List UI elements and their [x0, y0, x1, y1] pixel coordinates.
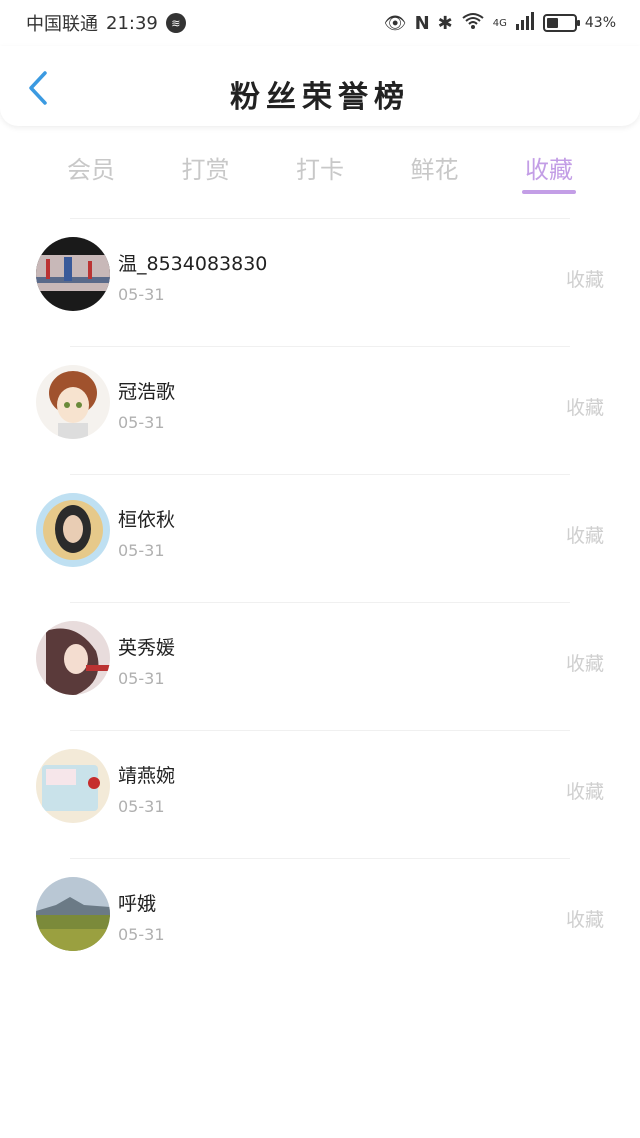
avatar	[36, 237, 110, 311]
header: 粉丝荣誉榜	[0, 46, 640, 126]
avatar	[36, 621, 110, 695]
page-title: 粉丝荣誉榜	[230, 80, 410, 115]
tab-label: 鲜花	[410, 156, 459, 184]
avatar	[36, 365, 110, 439]
list-item[interactable]: 温_8534083830 05-31 收藏	[0, 219, 640, 346]
tab-label: 打赏	[181, 156, 230, 184]
network-type-label: 4G	[492, 17, 507, 29]
fan-name: 呼娥	[118, 893, 157, 915]
tab-bar: 会员 打赏 打卡 鲜花 收藏	[34, 146, 606, 202]
fan-action: 收藏	[565, 525, 604, 547]
fan-action: 收藏	[565, 653, 604, 675]
fan-date: 05-31	[118, 797, 165, 816]
status-right: 👁 N ✱ 4G 43%	[383, 11, 616, 35]
tab-membership[interactable]: 会员	[34, 146, 148, 202]
list-item[interactable]: 冠浩歌 05-31 收藏	[0, 347, 640, 474]
avatar	[36, 877, 110, 951]
tab-flowers[interactable]: 鲜花	[378, 146, 492, 202]
tab-tips[interactable]: 打赏	[149, 146, 263, 202]
fan-date: 05-31	[118, 925, 165, 944]
fan-action: 收藏	[565, 269, 604, 291]
nfc-icon: N	[414, 12, 430, 34]
fan-date: 05-31	[118, 413, 165, 432]
fan-list: 温_8534083830 05-31 收藏 冠浩歌 05-31 收藏 桓依秋 0…	[0, 218, 640, 986]
fan-action: 收藏	[565, 397, 604, 419]
avatar	[36, 493, 110, 567]
wifi-icon	[461, 12, 485, 35]
bluetooth-icon: ✱	[437, 12, 453, 34]
tab-favorites[interactable]: 收藏	[492, 146, 606, 202]
active-tab-indicator	[522, 190, 576, 194]
battery-fill	[546, 18, 558, 28]
fan-date: 05-31	[118, 541, 165, 560]
signal-icon	[515, 11, 535, 35]
status-left: 中国联通 21:39 ≋	[26, 10, 186, 36]
avatar	[36, 749, 110, 823]
fan-name: 桓依秋	[118, 509, 176, 531]
battery-icon	[542, 14, 580, 32]
tab-label: 收藏	[525, 156, 573, 184]
list-item[interactable]: 桓依秋 05-31 收藏	[0, 475, 640, 602]
tab-label: 会员	[67, 156, 115, 184]
list-item[interactable]: 呼娥 05-31 收藏	[0, 859, 640, 986]
fan-date: 05-31	[118, 285, 165, 304]
tab-label: 打卡	[296, 156, 344, 184]
fan-name: 英秀媛	[118, 637, 176, 659]
list-item[interactable]: 靖燕婉 05-31 收藏	[0, 731, 640, 858]
eye-icon: 👁	[383, 12, 407, 34]
list-item[interactable]: 英秀媛 05-31 收藏	[0, 603, 640, 730]
battery-label: 43%	[584, 15, 616, 31]
fan-name: 温_8534083830	[118, 253, 268, 275]
status-bar: 中国联通 21:39 ≋ 👁 N ✱ 4G 43%	[0, 0, 640, 46]
fan-name: 靖燕婉	[118, 765, 176, 787]
voice-activity-icon: ≋	[165, 13, 186, 33]
fan-name: 冠浩歌	[118, 381, 176, 403]
fan-action: 收藏	[565, 909, 604, 931]
fan-date: 05-31	[118, 669, 165, 688]
fan-action: 收藏	[565, 781, 604, 803]
carrier-label: 中国联通	[26, 14, 98, 35]
time-label: 21:39	[106, 12, 158, 34]
tab-checkin[interactable]: 打卡	[263, 146, 377, 202]
